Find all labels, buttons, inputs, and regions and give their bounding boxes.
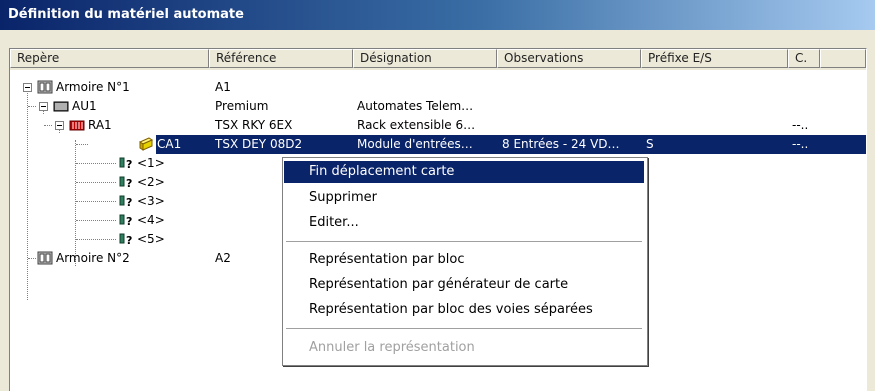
row-reference: TSX DEY 08D2 [215, 137, 303, 151]
svg-text:?: ? [126, 215, 132, 227]
cabinet-icon [37, 251, 53, 265]
menu-item-block-representation[interactable]: Représentation par bloc [284, 249, 644, 271]
row-repere: Armoire N°1 [56, 80, 130, 94]
table-row[interactable]: Armoire N°1 A1 [10, 78, 866, 97]
row-observations: 8 Entrées - 24 VD… [502, 137, 620, 151]
column-header-repere[interactable]: Repère [10, 49, 209, 68]
row-designation: Automates Telem… [357, 99, 474, 113]
menu-item-end-move-card[interactable]: Fin déplacement carte [284, 161, 644, 183]
menu-separator [286, 328, 642, 330]
svg-text:?: ? [126, 234, 132, 246]
row-repere: AU1 [72, 99, 97, 113]
row-repere: <1> [137, 156, 165, 170]
menu-separator [286, 241, 642, 243]
menu-item-separate-channels-representation[interactable]: Représentation par bloc des voies séparé… [284, 299, 644, 321]
collapse-toggle[interactable] [23, 83, 32, 92]
row-c: --.. [792, 137, 809, 151]
row-prefix: S [646, 137, 654, 151]
menu-item-card-generator-representation[interactable]: Représentation par générateur de carte [284, 274, 644, 296]
svg-text:?: ? [126, 196, 132, 208]
cabinet-icon [37, 80, 53, 94]
column-header-observations[interactable]: Observations [497, 49, 641, 68]
row-repere: CA1 [157, 137, 182, 151]
row-repere: <5> [137, 232, 165, 246]
table-row[interactable]: AU1 Premium Automates Telem… [10, 97, 866, 116]
column-header-c[interactable]: C. [788, 49, 820, 68]
list-header: Repère Référence Désignation Observation… [10, 49, 866, 70]
row-reference: A2 [215, 251, 231, 265]
module-icon [138, 137, 154, 151]
empty-slot-icon: ? [119, 157, 132, 170]
table-row[interactable]: CA1 TSX DEY 08D2 Module d'entrées… 8 Ent… [10, 135, 866, 154]
empty-slot-icon: ? [119, 176, 132, 189]
window-title: Définition du matériel automate [8, 7, 244, 22]
window-titlebar: Définition du matériel automate [0, 0, 875, 30]
collapse-toggle[interactable] [39, 102, 48, 111]
row-reference: A1 [215, 80, 231, 94]
row-repere: Armoire N°2 [56, 251, 130, 265]
column-header-filler [820, 49, 866, 68]
row-c: --.. [792, 118, 809, 132]
rack-icon [69, 120, 85, 131]
svg-text:?: ? [126, 177, 132, 189]
row-repere: <4> [137, 213, 165, 227]
column-header-reference[interactable]: Référence [209, 49, 353, 68]
empty-slot-icon: ? [119, 233, 132, 246]
empty-slot-icon: ? [119, 214, 132, 227]
empty-slot-icon: ? [119, 195, 132, 208]
row-reference: TSX RKY 6EX [215, 118, 293, 132]
row-repere: RA1 [88, 118, 112, 132]
column-header-prefix[interactable]: Préfixe E/S [641, 49, 788, 68]
menu-item-delete[interactable]: Supprimer [284, 187, 644, 209]
row-designation: Rack extensible 6… [357, 118, 476, 132]
menu-item-edit[interactable]: Editer... [284, 212, 644, 234]
plc-icon [53, 101, 69, 112]
row-reference: Premium [215, 99, 269, 113]
svg-text:?: ? [126, 158, 132, 170]
row-repere: <3> [137, 194, 165, 208]
menu-item-cancel-representation: Annuler la représentation [309, 340, 475, 355]
row-repere: <2> [137, 175, 165, 189]
table-row[interactable]: RA1 TSX RKY 6EX Rack extensible 6… --.. [10, 116, 866, 135]
row-designation: Module d'entrées… [357, 137, 473, 151]
context-menu: Fin déplacement carte Supprimer Editer..… [282, 157, 648, 366]
column-header-designation[interactable]: Désignation [353, 49, 497, 68]
collapse-toggle[interactable] [55, 121, 64, 130]
